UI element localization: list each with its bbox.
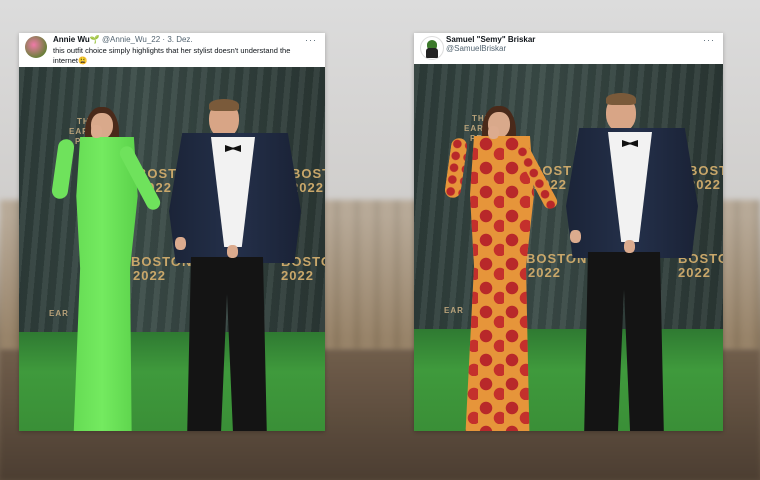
more-options-icon[interactable]: ···: [305, 35, 317, 45]
backdrop-text: 2022: [281, 268, 314, 283]
man-right-hand: [624, 240, 635, 253]
author-name[interactable]: Annie Wu🌱: [53, 35, 100, 44]
woman-waving-hand: [488, 126, 499, 139]
tweet-card-right[interactable]: Samuel "Semy" Briskar @SamuelBriskar ···…: [414, 33, 723, 431]
author-handle[interactable]: @SamuelBriskar: [446, 44, 715, 53]
backdrop-text: EAR: [49, 309, 69, 318]
backdrop-text: BOSTON: [291, 166, 325, 181]
author-avatar[interactable]: [420, 36, 444, 60]
author-handle[interactable]: @Annie_Wu_22: [102, 35, 160, 44]
man-hair: [606, 93, 636, 105]
author-name[interactable]: Samuel "Semy" Briskar: [446, 35, 715, 44]
tweet-text: this outfit choice simply highlights tha…: [53, 46, 291, 65]
backdrop-text: EAR: [444, 306, 464, 315]
man-left-hand: [175, 237, 186, 250]
green-carpet: [414, 329, 723, 431]
tweet-photo[interactable]: THE EARTHS PR BOSTON 2022 BOSTON 2022 BO…: [414, 64, 723, 431]
woman-waving-hand: [91, 125, 102, 138]
tweet-header: Annie Wu🌱 @Annie_Wu_22 · 3. Dez. ··· thi…: [19, 33, 325, 67]
tweet-card-left[interactable]: Annie Wu🌱 @Annie_Wu_22 · 3. Dez. ··· thi…: [19, 33, 325, 431]
tweet-photo[interactable]: THE EARTHS PR BOSTON 2022 BOSTON 2022 BO…: [19, 67, 325, 431]
backdrop-text: 2022: [528, 265, 561, 280]
man-right-hand: [227, 245, 238, 258]
man-left-hand: [570, 230, 581, 243]
tweet-header: Samuel "Semy" Briskar @SamuelBriskar ···: [414, 33, 723, 64]
author-avatar[interactable]: [25, 36, 47, 58]
tweet-date[interactable]: 3. Dez.: [167, 35, 192, 44]
man-hair: [209, 99, 239, 111]
backdrop-text: BOSTON: [688, 163, 723, 178]
green-carpet: [19, 332, 325, 431]
more-options-icon[interactable]: ···: [703, 35, 715, 45]
separator-dot: ·: [162, 35, 166, 44]
backdrop-text: 2022: [133, 268, 166, 283]
backdrop-text: 2022: [678, 265, 711, 280]
